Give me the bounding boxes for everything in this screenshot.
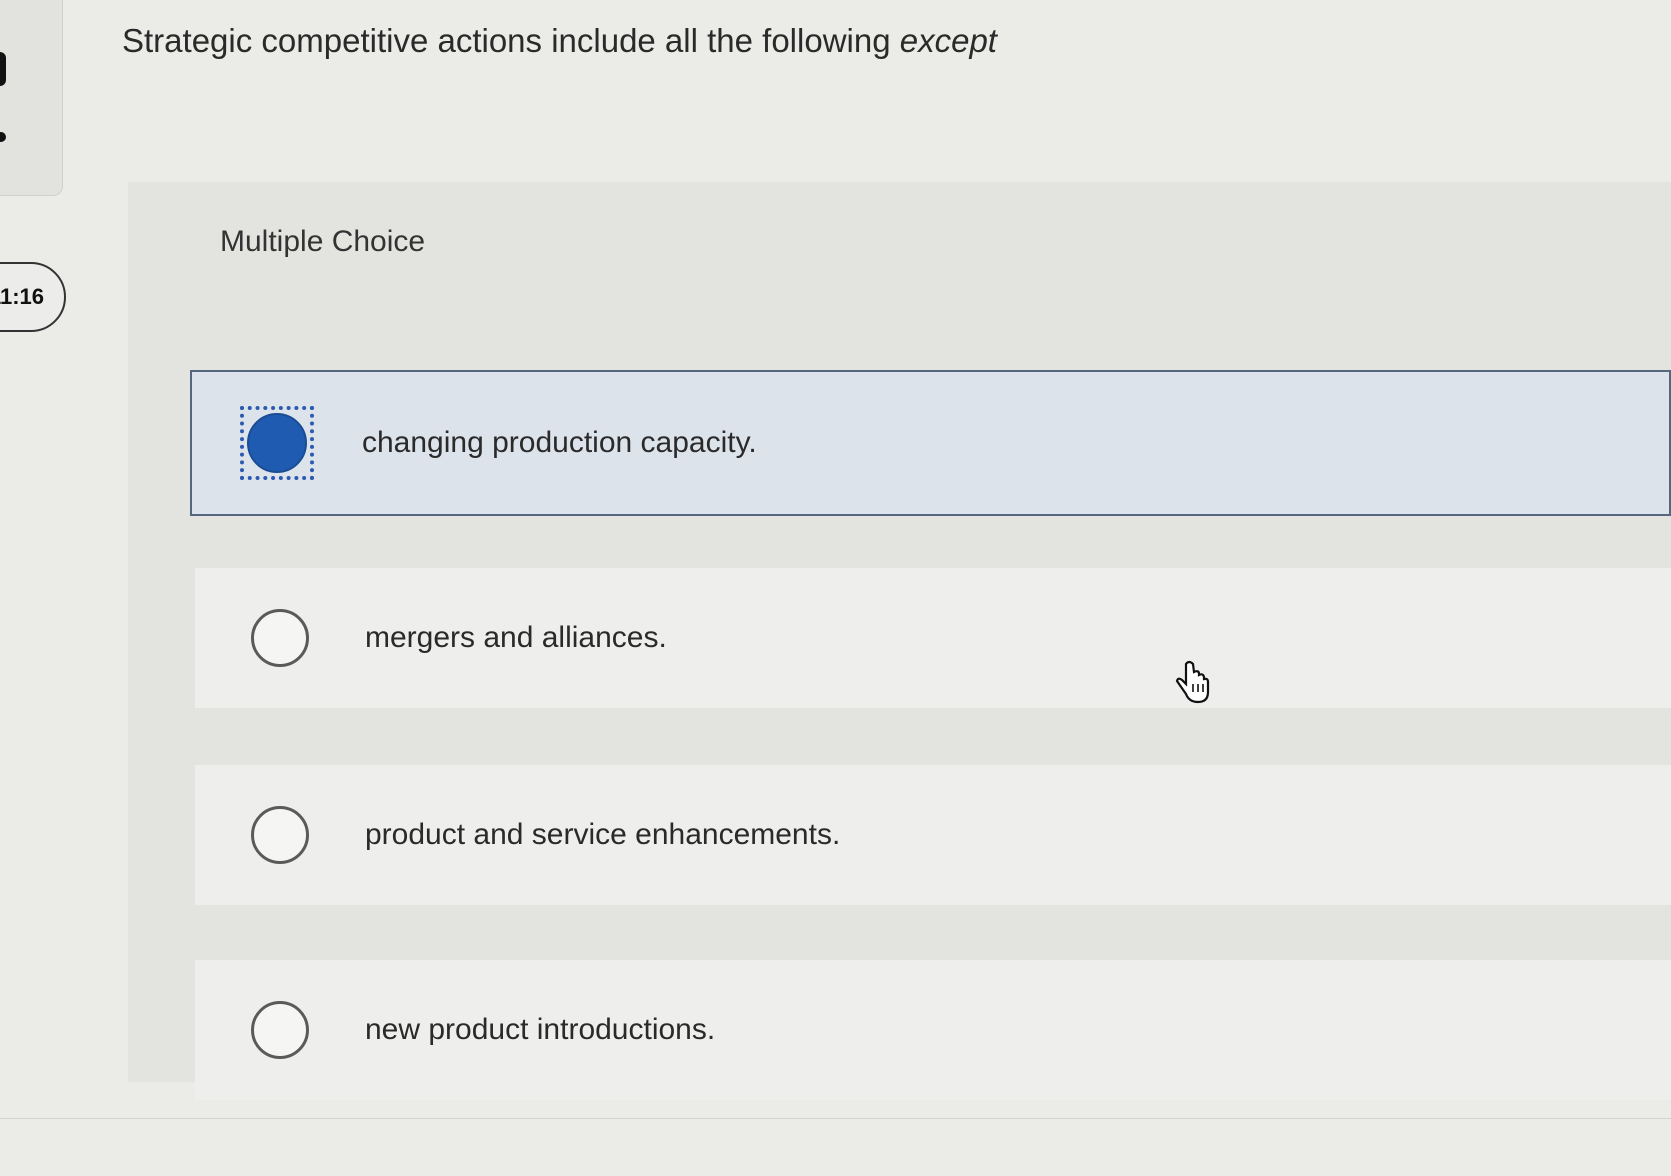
left-edge-mark (0, 52, 6, 86)
hand-pointer-icon (1175, 660, 1210, 704)
timer-badge: 11:16 (0, 262, 66, 332)
answer-option-label: changing production capacity. (362, 426, 757, 459)
radio-container (195, 1001, 365, 1059)
answer-option[interactable]: product and service enhancements. (195, 765, 1671, 905)
question-type-label: Multiple Choice (220, 225, 426, 258)
radio-button-selected[interactable] (247, 413, 307, 473)
answer-option-label: new product introductions. (365, 1013, 716, 1046)
radio-container (195, 609, 365, 667)
radio-button[interactable] (251, 1001, 309, 1059)
radio-button[interactable] (251, 806, 309, 864)
answer-option[interactable]: new product introductions. (195, 960, 1671, 1100)
question-emphasis: except (899, 22, 997, 59)
divider (0, 1118, 1671, 1119)
focus-ring (240, 406, 314, 480)
question-text: Strategic competitive actions include al… (122, 22, 900, 59)
answer-option-label: mergers and alliances. (365, 621, 667, 654)
answer-option[interactable]: changing production capacity. (190, 370, 1671, 516)
left-panel-edge (0, 0, 63, 196)
radio-container (195, 806, 365, 864)
radio-container (192, 406, 362, 480)
timer-text: 11:16 (0, 284, 44, 309)
radio-button[interactable] (251, 609, 309, 667)
answer-option[interactable]: mergers and alliances. (195, 568, 1671, 708)
answer-option-label: product and service enhancements. (365, 818, 841, 851)
question-prompt: Strategic competitive actions include al… (122, 22, 997, 60)
